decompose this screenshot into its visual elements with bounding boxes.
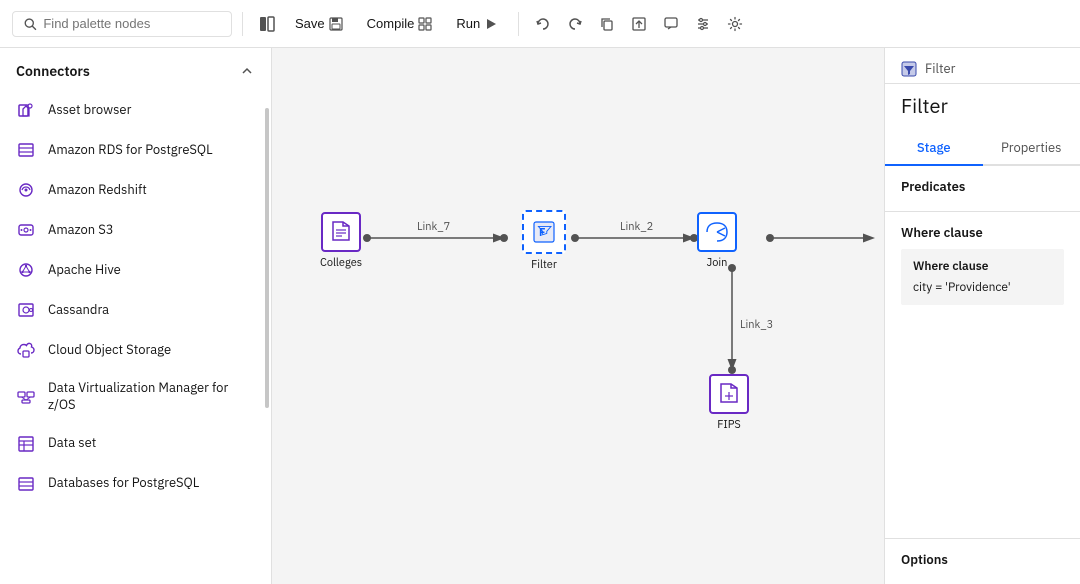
canvas[interactable]: Link_7 Link_2 Link_3 Colleges [272,48,884,584]
panel-toggle-button[interactable] [253,10,281,38]
sidebar-item-label-amazon-s3: Amazon S3 [48,222,114,239]
right-panel-title: Filter [885,84,1080,131]
save-icon [329,17,343,31]
sidebar-item-amazon-redshift[interactable]: Amazon Redshift [0,170,271,210]
node-colleges-label: Colleges [320,256,362,270]
save-button[interactable]: Save [285,11,353,36]
search-icon [23,16,37,32]
gear-button[interactable] [721,10,749,38]
amazon-rds-icon [16,140,36,160]
node-filter[interactable]: F Filter [522,210,566,272]
compile-icon [418,17,432,31]
options-section: Options [885,538,1080,584]
where-clause-section-title: Where clause [901,224,1064,241]
svg-text:Link_7: Link_7 [417,220,450,234]
node-filter-label: Filter [531,258,557,272]
toolbar-divider-1 [242,12,243,36]
node-colleges[interactable]: Colleges [320,212,362,270]
tab-properties[interactable]: Properties [983,131,1080,166]
right-panel-filter-icon [901,61,917,77]
redo-button[interactable] [561,10,589,38]
cloud-object-storage-icon [16,340,36,360]
sidebar-item-cassandra[interactable]: Cassandra [0,290,271,330]
data-virt-manager-icon [16,387,36,407]
sidebar-item-asset-browser[interactable]: Asset browser [0,90,271,130]
node-join[interactable]: Join [697,212,737,270]
run-button[interactable]: Run [446,11,508,36]
sidebar-item-amazon-rds[interactable]: Amazon RDS for PostgreSQL [0,130,271,170]
amazon-s3-icon [16,220,36,240]
data-set-icon [16,434,36,454]
right-panel-spacer [885,317,1080,538]
apache-hive-icon [16,260,36,280]
asset-browser-icon [16,100,36,120]
sidebar-item-label-cloud-object-storage: Cloud Object Storage [48,342,171,359]
where-clause-label: Where clause [913,259,1052,274]
where-clause-box: Where clause city = 'Providence' [901,249,1064,305]
right-panel-tabs: Stage Properties [885,131,1080,166]
sidebar-header: Connectors [0,48,271,90]
node-join-label: Join [707,256,728,270]
export-button[interactable] [625,10,653,38]
sidebar-item-label-databases-postgresql: Databases for PostgreSQL [48,475,199,492]
options-title: Options [901,551,1064,568]
where-clause-value: city = 'Providence' [913,280,1052,295]
compile-button[interactable]: Compile [357,11,443,36]
svg-text:F: F [539,226,545,240]
sidebar-item-label-data-set: Data set [48,435,96,452]
sidebar-item-label-amazon-rds: Amazon RDS for PostgreSQL [48,142,213,159]
copy-button[interactable] [593,10,621,38]
svg-text:Link_2: Link_2 [620,220,653,234]
sidebar-item-label-asset-browser: Asset browser [48,102,131,119]
main-area: Connectors Asset browser [0,48,1080,584]
toolbar-divider-2 [518,12,519,36]
node-fips[interactable]: FIPS [709,374,749,432]
sidebar-item-cloud-object-storage[interactable]: Cloud Object Storage [0,330,271,370]
main-toolbar: Save Compile Run [0,0,1080,48]
sidebar: Connectors Asset browser [0,48,272,584]
right-panel-header-label: Filter [925,60,955,77]
sidebar-items-list: Asset browser Amazon RDS for PostgreSQL [0,90,271,584]
predicates-title: Predicates [901,178,1064,195]
where-clause-section: Where clause Where clause city = 'Provid… [885,212,1080,317]
sidebar-item-label-data-virt-manager: Data Virtualization Manager for z/OS [48,380,255,414]
cassandra-icon [16,300,36,320]
sidebar-item-amazon-s3[interactable]: Amazon S3 [0,210,271,250]
sidebar-item-data-set[interactable]: Data set [0,424,271,464]
sidebar-item-label-apache-hive: Apache Hive [48,262,121,279]
settings-sliders-button[interactable] [689,10,717,38]
amazon-redshift-icon [16,180,36,200]
search-bar[interactable] [12,11,232,37]
sidebar-item-label-amazon-redshift: Amazon Redshift [48,182,147,199]
svg-text:Link_3: Link_3 [740,318,773,332]
sidebar-item-databases-postgresql[interactable]: Databases for PostgreSQL [0,464,271,504]
sidebar-title: Connectors [16,62,90,80]
databases-postgresql-icon [16,474,36,494]
node-fips-label: FIPS [717,418,741,432]
sidebar-item-label-cassandra: Cassandra [48,302,109,319]
right-panel: Filter Filter Stage Properties Predicate… [884,48,1080,584]
comment-button[interactable] [657,10,685,38]
run-icon [484,17,498,31]
undo-button[interactable] [529,10,557,38]
search-input[interactable] [43,16,221,31]
tab-stage[interactable]: Stage [885,131,983,166]
canvas-svg: Link_7 Link_2 Link_3 [272,48,884,584]
sidebar-item-data-virt-manager[interactable]: Data Virtualization Manager for z/OS [0,370,271,424]
sidebar-scrollbar[interactable] [265,108,269,408]
predicates-section: Predicates [885,166,1080,212]
collapse-icon[interactable] [239,63,255,79]
sidebar-item-apache-hive[interactable]: Apache Hive [0,250,271,290]
right-panel-header: Filter [885,48,1080,84]
